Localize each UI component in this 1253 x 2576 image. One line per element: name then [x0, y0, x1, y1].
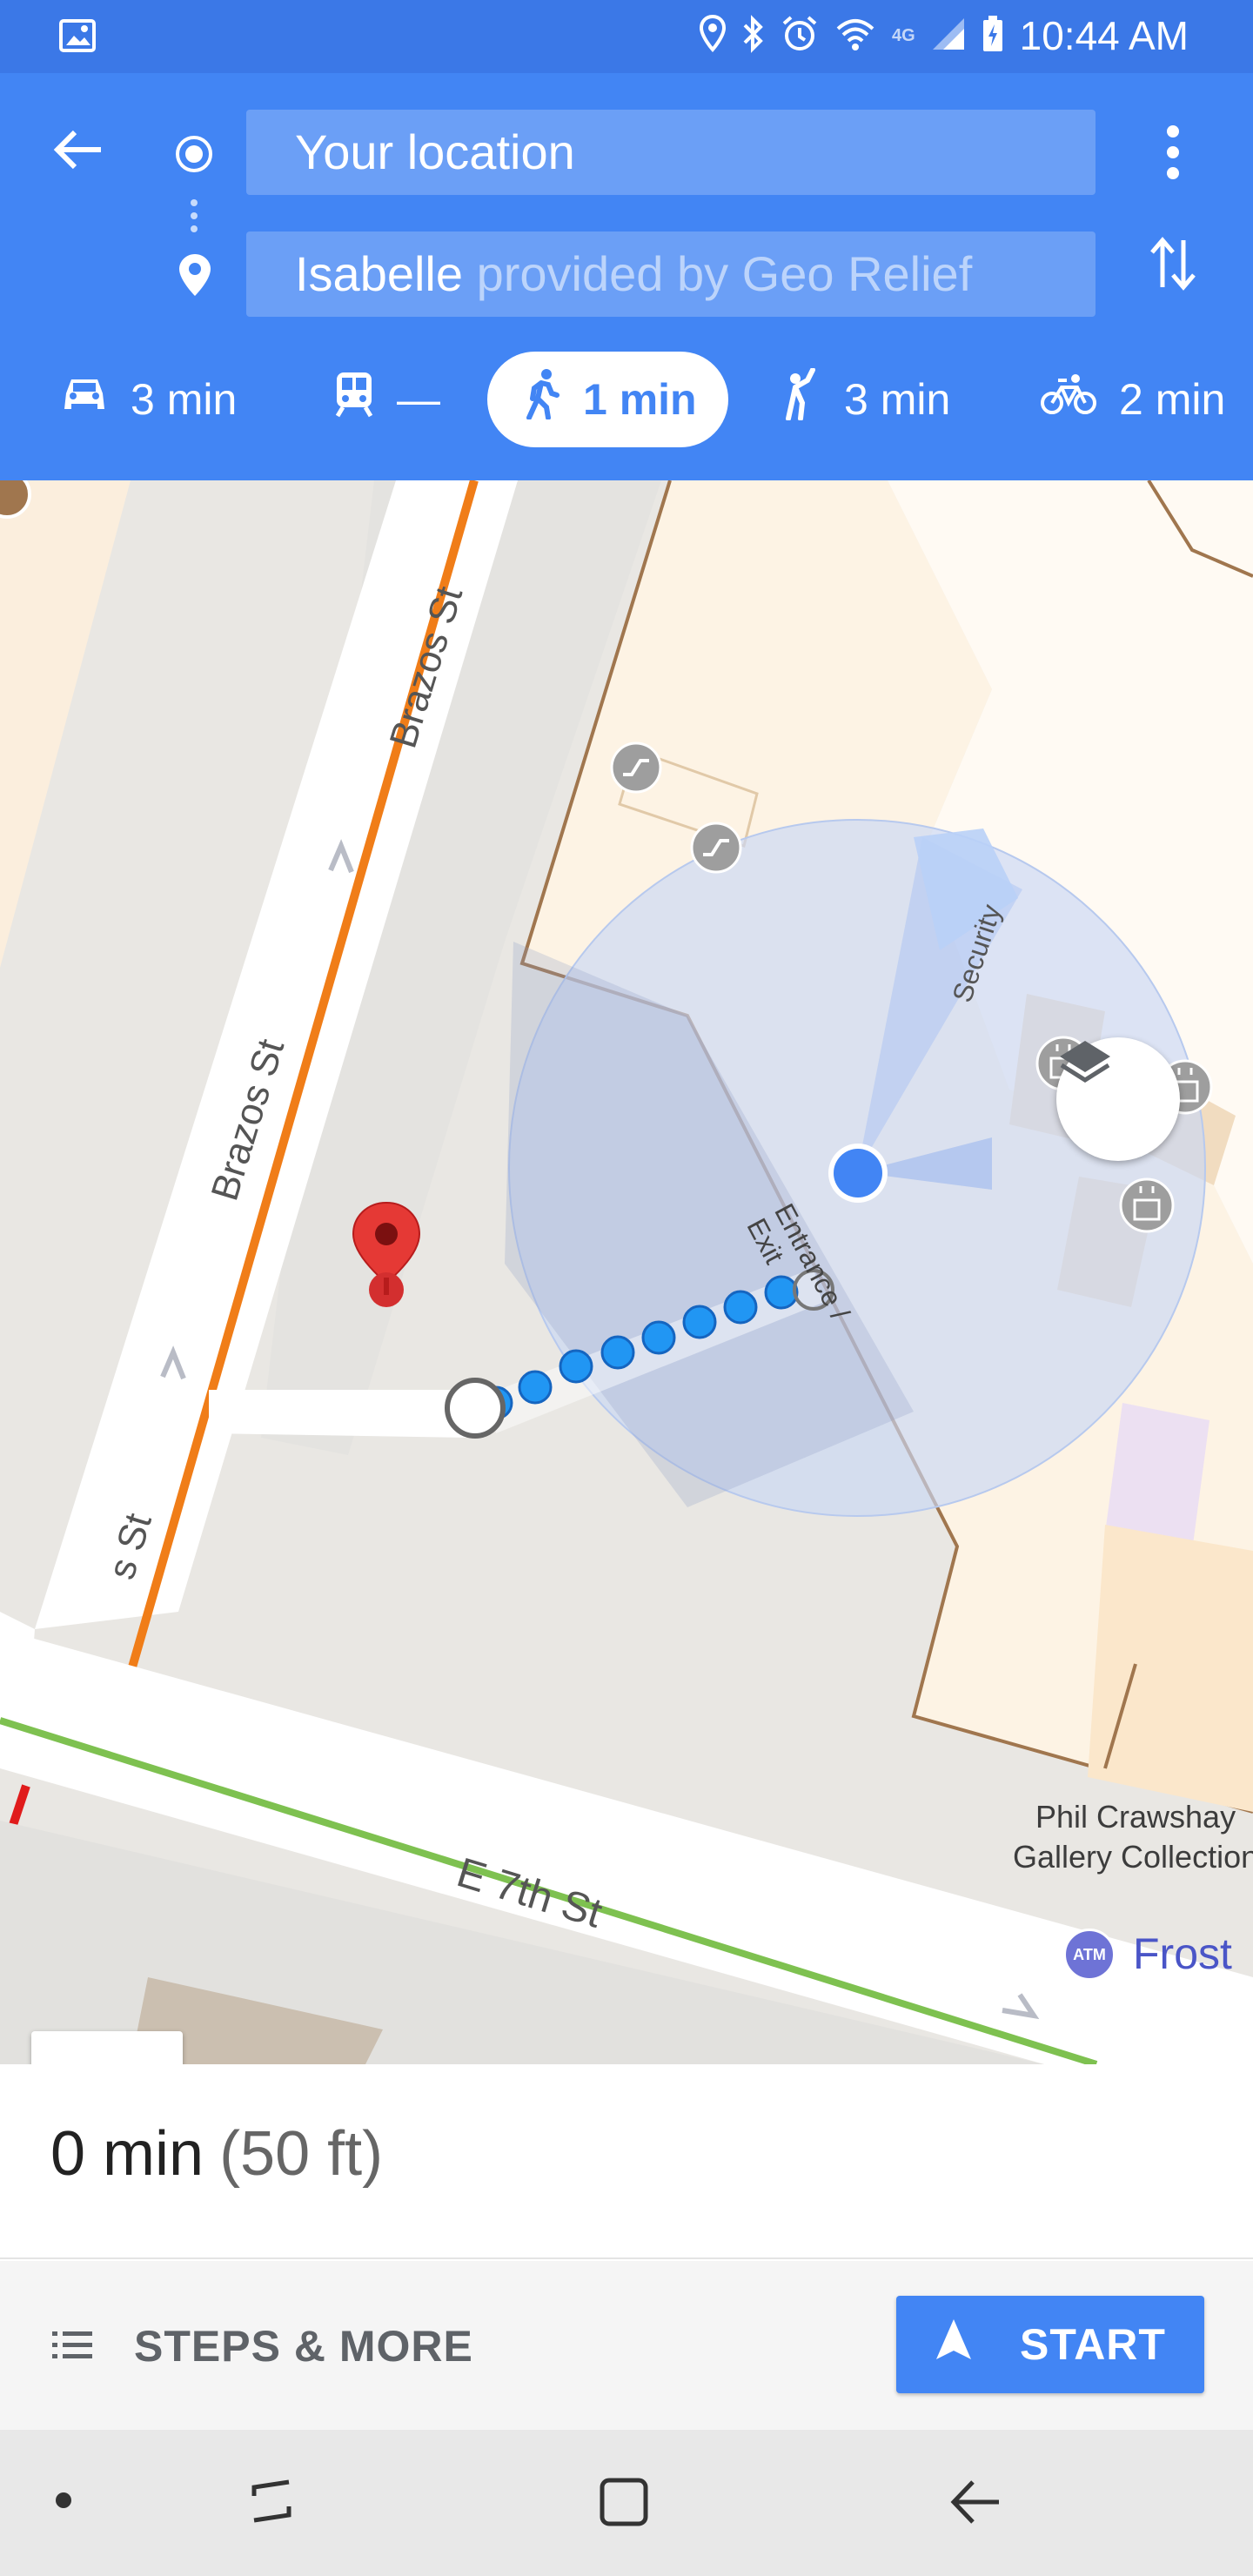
destination-provider: provided by Geo Relief — [476, 246, 973, 301]
location-pin-icon — [699, 14, 727, 57]
origin-field[interactable]: Your location — [246, 110, 1096, 195]
destination-pin-icon — [178, 252, 212, 302]
floor-option-3[interactable]: 3 — [31, 2042, 183, 2064]
lte-icon: 4G — [891, 25, 915, 45]
route-summary[interactable]: 0 min (50 ft) — [0, 2066, 1253, 2259]
tab-bike[interactable]: 2 min — [1041, 352, 1225, 447]
route-dots-icon — [190, 198, 198, 238]
bike-icon — [1041, 373, 1096, 426]
atm-icon[interactable]: ATM — [1063, 1929, 1116, 1981]
home-icon[interactable] — [597, 2475, 651, 2533]
signal-icon — [931, 17, 966, 56]
walk-icon — [526, 369, 560, 430]
poi-label-gallery-1: Phil Crawshay — [1035, 1799, 1236, 1835]
start-label: START — [1020, 2320, 1166, 2369]
back-icon[interactable] — [948, 2475, 1002, 2533]
poi-label-atm[interactable]: Frost — [1133, 1929, 1232, 1979]
more-options-icon[interactable] — [1154, 124, 1192, 185]
walk-time: 1 min — [583, 375, 697, 424]
tab-rideshare[interactable]: 3 min — [783, 352, 950, 447]
navigation-arrow-icon — [935, 2318, 973, 2371]
route-distance: (50 ft) — [219, 2119, 384, 2189]
floor-picker: 3 2 1 — [31, 2031, 183, 2064]
system-navigation-bar — [0, 2430, 1253, 2576]
steps-and-more-button[interactable]: STEPS & MORE — [52, 2304, 473, 2388]
action-bar: STEPS & MORE START — [0, 2261, 1253, 2430]
start-navigation-button[interactable]: START — [896, 2296, 1204, 2393]
poi-label-gallery-2: Gallery Collection — [1013, 1839, 1253, 1875]
battery-charging-icon — [982, 15, 1004, 57]
ride-hail-icon — [783, 367, 821, 431]
image-icon — [59, 19, 96, 57]
wifi-icon — [834, 17, 876, 56]
destination-name: Isabelle — [295, 246, 464, 301]
tab-transit[interactable]: — — [334, 352, 440, 447]
bike-time: 2 min — [1119, 375, 1226, 424]
destination-field[interactable]: Isabelle provided by Geo Relief — [246, 231, 1096, 317]
origin-value: Your location — [295, 124, 575, 179]
travel-mode-tabs: 3 min — 1 min 3 min 2 min — [0, 352, 1253, 447]
steps-label: STEPS & MORE — [134, 2322, 473, 2371]
route-duration: 0 min — [50, 2119, 204, 2189]
tab-drive[interactable]: 3 min — [61, 352, 237, 447]
origin-dot-icon — [174, 134, 214, 178]
map-view[interactable]: Brazos St Brazos St s St E 7th St Securi… — [0, 480, 1253, 2064]
swap-directions-icon[interactable] — [1150, 235, 1196, 297]
directions-header: Your location Isabelle provided by Geo R… — [0, 73, 1253, 480]
bluetooth-icon — [742, 14, 765, 57]
tab-walk[interactable]: 1 min — [487, 352, 728, 447]
clock: 10:44 AM — [1019, 13, 1189, 58]
alarm-icon — [781, 15, 819, 57]
recents-icon[interactable] — [245, 2475, 298, 2532]
back-arrow-icon[interactable] — [52, 127, 104, 177]
transit-time: — — [397, 375, 440, 424]
rideshare-time: 3 min — [844, 375, 951, 424]
dot-icon[interactable] — [54, 2491, 73, 2514]
list-icon — [52, 2321, 92, 2371]
drive-time: 3 min — [131, 375, 238, 424]
map-layers-button[interactable] — [1056, 1037, 1180, 1161]
car-icon — [61, 374, 108, 425]
train-icon — [334, 371, 374, 428]
status-bar: 4G 10:44 AM — [0, 0, 1253, 73]
